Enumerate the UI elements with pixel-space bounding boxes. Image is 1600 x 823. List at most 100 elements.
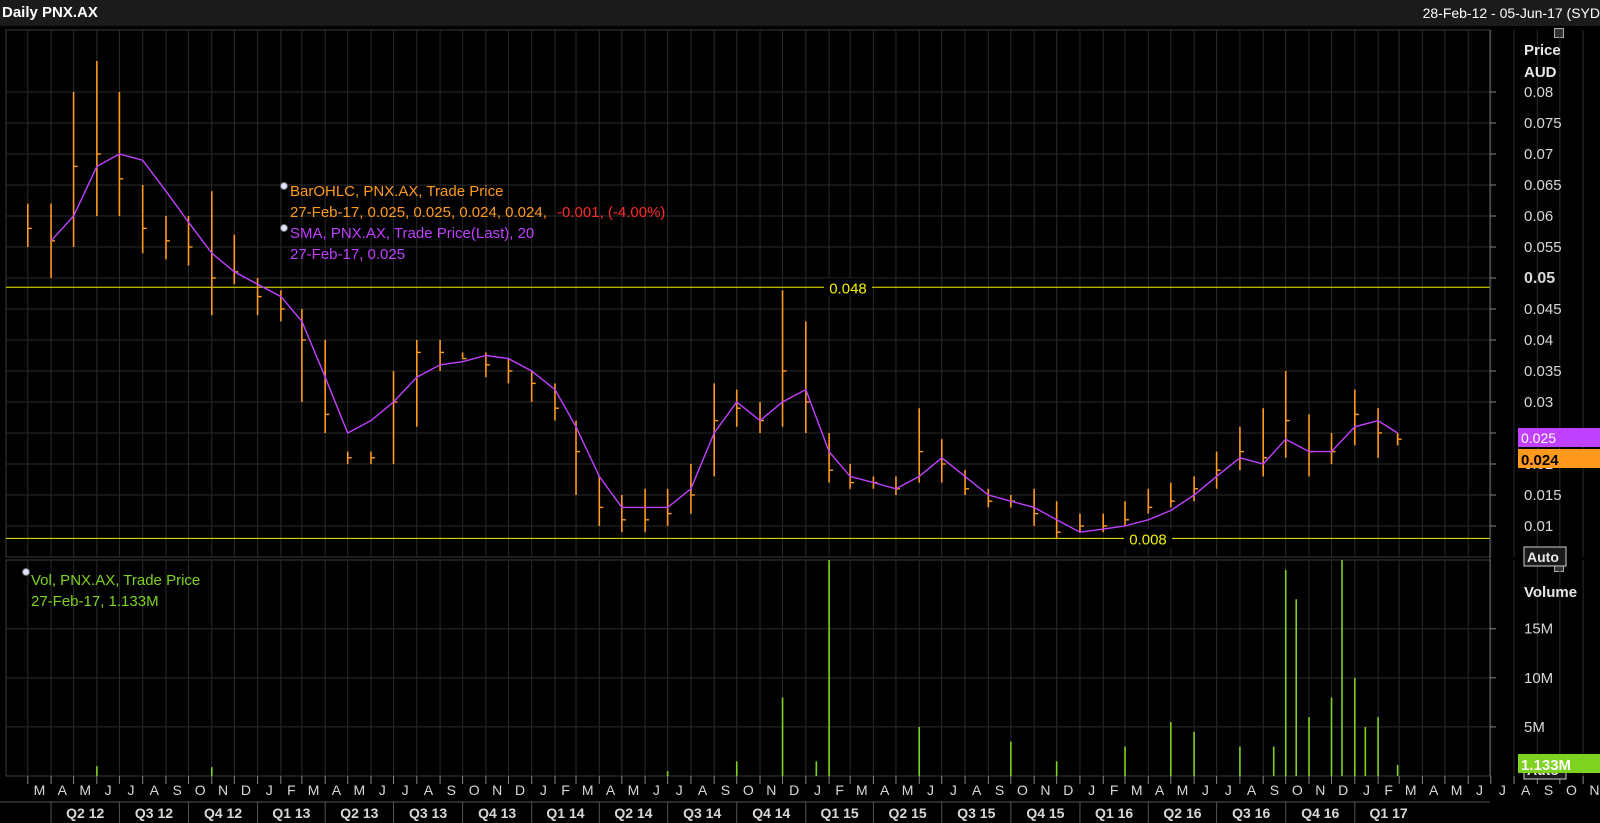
month-tick-label: N [218, 782, 228, 798]
volume-axis-title: Volume [1524, 584, 1577, 601]
quarter-tick-label: Q3 16 [1232, 805, 1270, 821]
month-tick-label: J [379, 782, 386, 798]
chart-canvas[interactable]: 0.0480.008 MAMJJASONDJFMAMJJASONDJFMAMJJ… [0, 0, 1600, 823]
ohlc-legend-title: BarOHLC, PNX.AX, Trade Price [290, 183, 503, 200]
price-axis-unit: AUD [1524, 64, 1557, 81]
month-tick-label: M [1405, 782, 1417, 798]
month-tick-label: M [354, 782, 366, 798]
sma-legend[interactable]: SMA, PNX.AX, Trade Price(Last), 20 27-Fe… [280, 224, 535, 264]
month-tick-label: J [402, 782, 409, 798]
volume-badge-label: 1.133M [1521, 757, 1571, 774]
month-tick-label: A [1247, 782, 1257, 798]
volume-legend[interactable]: Vol, PNX.AX, Trade Price 27-Feb-17, 1.13… [22, 568, 201, 611]
month-tick-label: O [1017, 782, 1028, 798]
month-tick-label: J [266, 782, 273, 798]
price-tick-label: 0.03 [1524, 394, 1553, 411]
quarter-tick-label: Q4 16 [1301, 805, 1339, 821]
quarter-tick-label: Q1 13 [272, 805, 310, 821]
month-tick-label: S [173, 782, 182, 798]
month-tick-label: S [447, 782, 456, 798]
month-tick-label: N [492, 782, 502, 798]
month-tick-label: A [972, 782, 982, 798]
month-tick-label: M [628, 782, 640, 798]
volume-legend-title: Vol, PNX.AX, Trade Price [31, 572, 200, 589]
price-auto-button[interactable]: Auto [1523, 546, 1567, 567]
month-tick-label: M [582, 782, 594, 798]
price-tick-label: 0.045 [1524, 301, 1562, 318]
quarter-tick-label: Q3 13 [409, 805, 447, 821]
quarter-tick-label: Q1 15 [821, 805, 859, 821]
close-price-badge-label: 0.024 [1521, 452, 1559, 469]
month-tick-label: J [1499, 782, 1506, 798]
price-tick-label: 0.06 [1524, 208, 1553, 225]
month-tick-label: J [128, 782, 135, 798]
level-label: 0.008 [1129, 531, 1167, 548]
month-tick-label: A [1155, 782, 1165, 798]
quarter-tick-label: Q3 15 [957, 805, 995, 821]
month-tick-label: O [469, 782, 480, 798]
price-tick-label: 0.01 [1524, 518, 1553, 535]
axes: MAMJJASONDJFMAMJJASONDJFMAMJJASONDJFMAMJ… [0, 30, 1599, 823]
month-tick-label: A [880, 782, 890, 798]
ohlc-legend-value-text: 27-Feb-17, 0.025, 0.025, 0.024, 0.024, [290, 204, 547, 221]
sma-legend-bullet-icon[interactable] [280, 224, 288, 232]
price-tick-label: 0.075 [1524, 115, 1562, 132]
month-tick-label: F [1384, 782, 1393, 798]
volume-legend-bullet-icon[interactable] [22, 568, 30, 576]
sma-legend-title: SMA, PNX.AX, Trade Price(Last), 20 [290, 225, 534, 242]
volume-tick-label: 5M [1524, 719, 1545, 736]
month-tick-label: D [1063, 782, 1073, 798]
volume-badge: 1.133M [1518, 754, 1600, 774]
month-tick-label: F [1110, 782, 1119, 798]
price-tick-label: 0.05 [1524, 270, 1555, 287]
month-tick-label: J [950, 782, 957, 798]
month-tick-label: N [1040, 782, 1050, 798]
month-tick-label: M [79, 782, 91, 798]
month-tick-label: A [1521, 782, 1531, 798]
price-tick-label: 0.035 [1524, 363, 1562, 380]
month-tick-label: J [105, 782, 112, 798]
month-tick-label: S [1270, 782, 1279, 798]
price-tick-label: 0.015 [1524, 487, 1562, 504]
month-tick-label: J [676, 782, 683, 798]
horizontal-lines: 0.048 0.008 [6, 278, 1490, 548]
month-tick-label: J [653, 782, 660, 798]
month-tick-label: O [743, 782, 754, 798]
month-tick-label: J [540, 782, 547, 798]
price-tick-label: 0.08 [1524, 84, 1553, 101]
month-tick-label: D [241, 782, 251, 798]
month-tick-label: A [58, 782, 68, 798]
quarter-tick-label: Q2 14 [614, 805, 652, 821]
price-axis-title: Price [1524, 42, 1561, 59]
level-label: 0.048 [829, 280, 867, 297]
month-tick-label: O [1292, 782, 1303, 798]
quarter-tick-label: Q2 16 [1163, 805, 1201, 821]
month-tick-label: J [1202, 782, 1209, 798]
month-tick-label: O [1566, 782, 1577, 798]
ohlc-legend-change: -0.001, (-4.00%) [557, 204, 665, 221]
volume-pane-border [5, 559, 1491, 777]
month-tick-label: D [1338, 782, 1348, 798]
ohlc-legend-bullet-icon[interactable] [280, 182, 288, 190]
month-tick-label: F [561, 782, 570, 798]
ohlc-legend[interactable]: BarOHLC, PNX.AX, Trade Price 27-Feb-17, … [280, 182, 666, 222]
month-tick-label: F [287, 782, 296, 798]
quarter-tick-label: Q2 12 [66, 805, 104, 821]
volume-tick-label: 15M [1524, 621, 1553, 638]
ohlc-legend-values: 27-Feb-17, 0.025, 0.025, 0.024, 0.024, -… [290, 204, 665, 221]
sma-price-badge: 0.025 [1518, 428, 1600, 447]
chart-window: Daily PNX.AX 28-Feb-12 - 05-Jun-17 (SYD … [0, 0, 1600, 823]
quarter-tick-label: Q2 15 [889, 805, 927, 821]
month-tick-label: A [424, 782, 434, 798]
month-tick-label: M [34, 782, 46, 798]
quarter-tick-label: Q4 14 [752, 805, 790, 821]
quarter-tick-label: Q3 14 [683, 805, 721, 821]
month-tick-label: S [995, 782, 1004, 798]
price-tick-label: 0.065 [1524, 177, 1562, 194]
price-pane-border [5, 29, 1491, 558]
month-tick-label: J [927, 782, 934, 798]
month-tick-label: A [1429, 782, 1439, 798]
month-tick-label: M [856, 782, 868, 798]
volume-legend-values: 27-Feb-17, 1.133M [31, 593, 159, 610]
price-tick-label: 0.04 [1524, 332, 1553, 349]
